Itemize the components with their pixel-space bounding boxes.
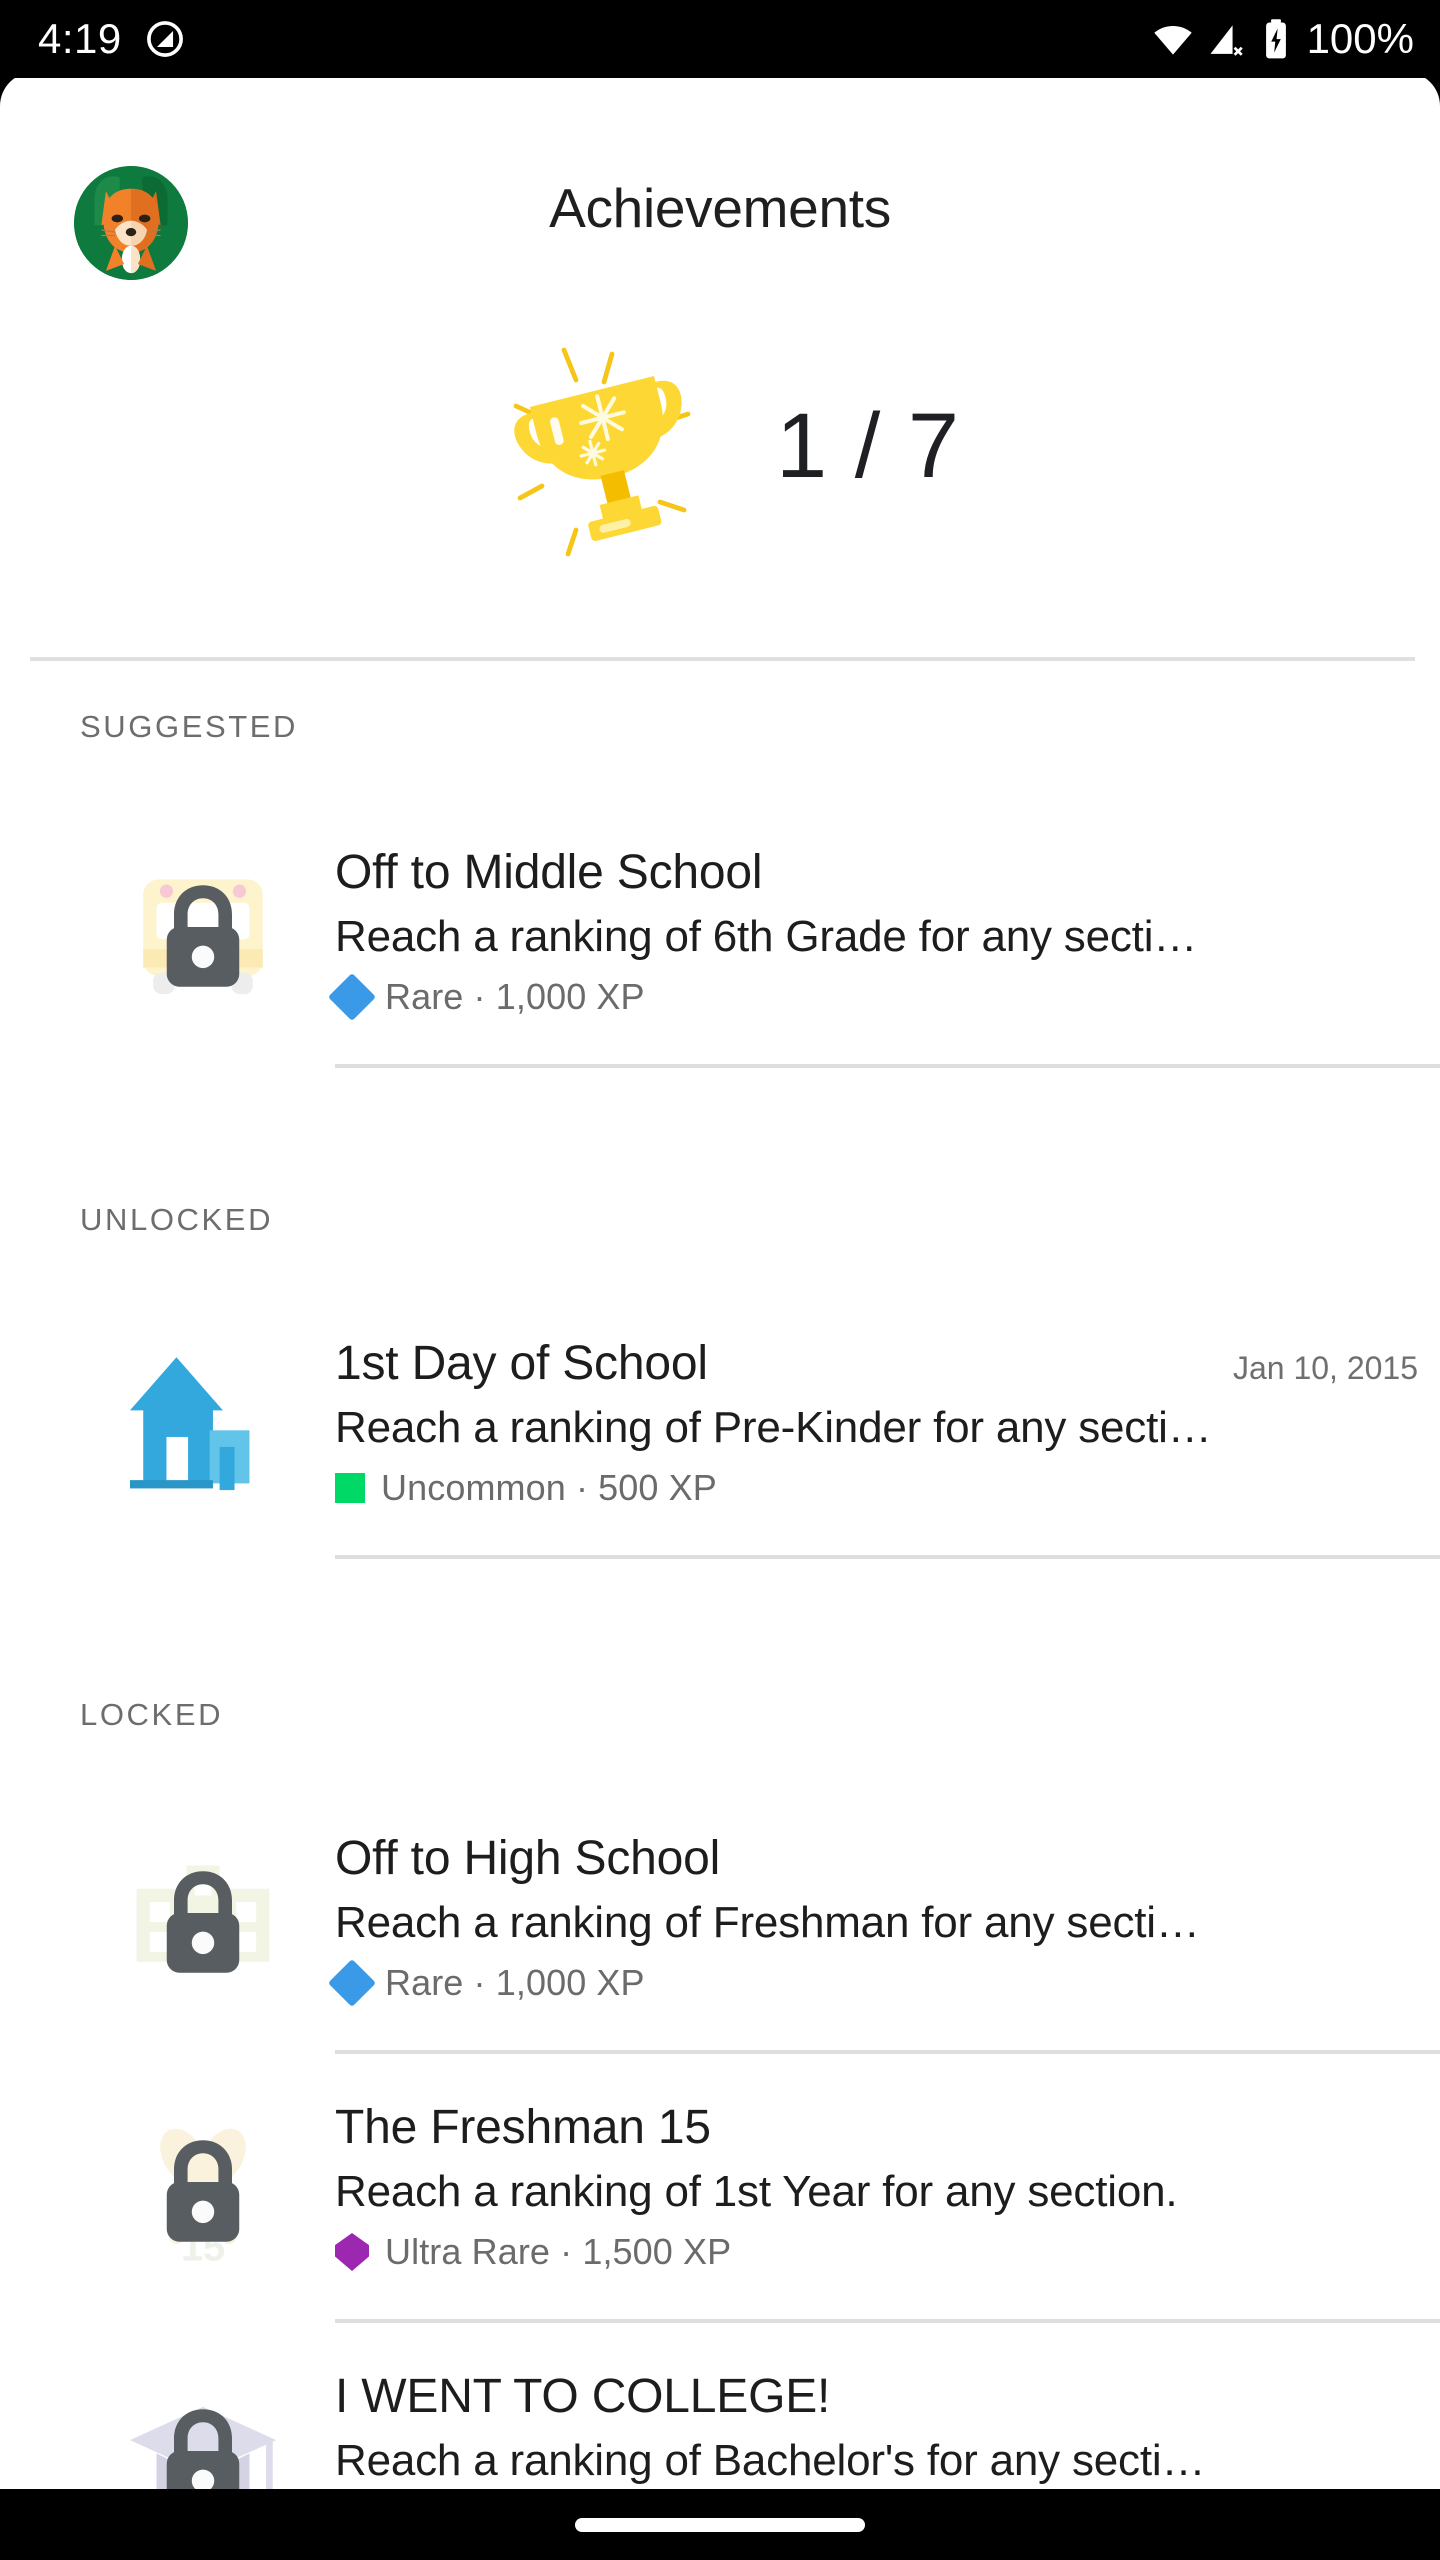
section-header-locked: LOCKED — [80, 1697, 224, 1732]
status-bar: 4:19 100% — [0, 0, 1440, 78]
achievement-title-line: 1st Day of School Jan 10, 2015 — [335, 1336, 1440, 1391]
lock-icon — [166, 2140, 239, 2242]
achievement-row-1st-day-of-school[interactable]: 1st Day of School Jan 10, 2015 Reach a r… — [0, 1336, 1440, 1559]
school-bus-badge — [120, 853, 286, 1019]
achievement-badge-cell — [70, 1831, 335, 2005]
achievement-title-line: The Freshman 15 — [335, 2100, 1440, 2155]
section-header-suggested: SUGGESTED — [80, 709, 299, 744]
achievement-title-line: Off to Middle School — [335, 845, 1440, 900]
section-unlocked: UNLOCKED 1st Day of School Jan 10, 2015 … — [0, 1202, 1440, 1559]
achievement-description: Reach a ranking of 6th Grade for any sec… — [335, 912, 1198, 961]
achievement-description: Reach a ranking of Bachelor's for any se… — [335, 2436, 1206, 2485]
achievement-description: Reach a ranking of 1st Year for any sect… — [335, 2167, 1178, 2216]
school-house-badge — [120, 1344, 286, 1510]
achievement-details: Off to Middle School Reach a ranking of … — [327, 845, 1440, 1068]
header-divider — [30, 657, 1415, 661]
achievement-rarity-xp: Rare · 1,000 XP — [385, 976, 645, 1017]
battery-percentage: 100% — [1306, 15, 1414, 62]
achievement-rarity-xp: Uncommon · 500 XP — [381, 1467, 717, 1508]
wifi-icon — [1151, 17, 1195, 61]
rarity-diamond-icon — [327, 1958, 377, 2008]
achievement-row-the-freshman-15[interactable]: 15 The Freshman 15 Reach a ranking of 1s… — [0, 2100, 1440, 2323]
achievement-title: Off to High School — [335, 1832, 721, 1885]
battery-charging-icon — [1261, 17, 1291, 61]
achievement-progress: 1 / 7 — [0, 330, 1440, 570]
section-suggested: SUGGESTED Off to Middle School Reach a r… — [0, 709, 1440, 1068]
achievement-meta: Rare · 1,000 XP — [327, 972, 1440, 1022]
page-title: Achievements — [549, 177, 891, 239]
home-gesture-pill[interactable] — [575, 2517, 865, 2532]
trophy-icon — [480, 330, 740, 570]
rarity-square-icon — [335, 1473, 365, 1503]
achievement-title-line: Off to High School — [335, 1831, 1440, 1886]
achievement-count: 1 / 7 — [775, 395, 960, 497]
graduation-cap-badge — [120, 2377, 286, 2489]
achievement-row-off-to-high-school[interactable]: Off to High School Reach a ranking of Fr… — [0, 1831, 1440, 2054]
achievement-badge-cell — [70, 2369, 335, 2489]
navigation-bar — [0, 2489, 1440, 2560]
lock-icon — [166, 885, 239, 987]
lock-icon — [166, 2409, 239, 2489]
achievement-rarity-xp: Ultra Rare · 1,500 XP — [385, 2231, 732, 2272]
achievement-details: I WENT TO COLLEGE! Reach a ranking of Ba… — [335, 2369, 1440, 2486]
achievement-description: Reach a ranking of Freshman for any sect… — [335, 1898, 1200, 1947]
lock-icon — [166, 1871, 239, 1973]
status-bar-left: 4:19 — [38, 18, 186, 60]
achievement-title: Off to Middle School — [335, 846, 763, 899]
section-locked: LOCKED Off to High School Reach a rankin… — [0, 1697, 1440, 2489]
row-divider — [335, 2319, 1440, 2323]
achievement-badge-cell: 15 — [70, 2100, 335, 2274]
achievement-badge-cell — [70, 1336, 335, 1510]
crossed-utensils-badge: 15 — [120, 2108, 286, 2274]
achievement-title-line: I WENT TO COLLEGE! — [335, 2369, 1440, 2424]
achievement-meta: Uncommon · 500 XP — [335, 1467, 1440, 1509]
phone-screen: 4:19 100% Achievements 1 / 7 SUGGESTED O… — [0, 0, 1440, 2560]
achievement-description: Reach a ranking of Pre-Kinder for any se… — [335, 1403, 1212, 1452]
achievement-details: Off to High School Reach a ranking of Fr… — [327, 1831, 1440, 2054]
achievement-badge-cell — [70, 845, 335, 1019]
achievement-date: Jan 10, 2015 — [1232, 1350, 1418, 1386]
rarity-pentagon-icon — [335, 2233, 369, 2271]
high-school-building-badge — [120, 1839, 286, 2005]
achievement-meta: Rare · 1,000 XP — [327, 1958, 1440, 2008]
app-bar: Achievements — [0, 72, 1440, 280]
status-bar-right: 100% — [1151, 17, 1414, 61]
app-surface: Achievements 1 / 7 SUGGESTED Off to Midd… — [0, 72, 1440, 2489]
achievement-title: The Freshman 15 — [335, 2101, 711, 2154]
section-header-unlocked: UNLOCKED — [80, 1202, 274, 1237]
row-divider — [335, 2050, 1440, 2054]
row-divider — [335, 1555, 1440, 1559]
achievement-row-off-to-middle-school[interactable]: Off to Middle School Reach a ranking of … — [0, 845, 1440, 1068]
achievement-details: 1st Day of School Jan 10, 2015 Reach a r… — [335, 1336, 1440, 1559]
status-time: 4:19 — [38, 15, 122, 62]
achievement-title: 1st Day of School — [335, 1337, 708, 1390]
achievement-meta: Ultra Rare · 1,500 XP — [335, 2231, 1440, 2273]
rarity-diamond-icon — [327, 972, 377, 1022]
cellular-no-signal-icon — [1207, 18, 1249, 60]
row-divider — [335, 1064, 1440, 1068]
achievement-title: I WENT TO COLLEGE! — [335, 2370, 831, 2423]
achievement-row-i-went-to-college[interactable]: I WENT TO COLLEGE! Reach a ranking of Ba… — [0, 2369, 1440, 2489]
achievement-details: The Freshman 15 Reach a ranking of 1st Y… — [335, 2100, 1440, 2323]
achievement-rarity-xp: Rare · 1,000 XP — [385, 1962, 645, 2003]
do-not-disturb-icon — [144, 18, 186, 60]
